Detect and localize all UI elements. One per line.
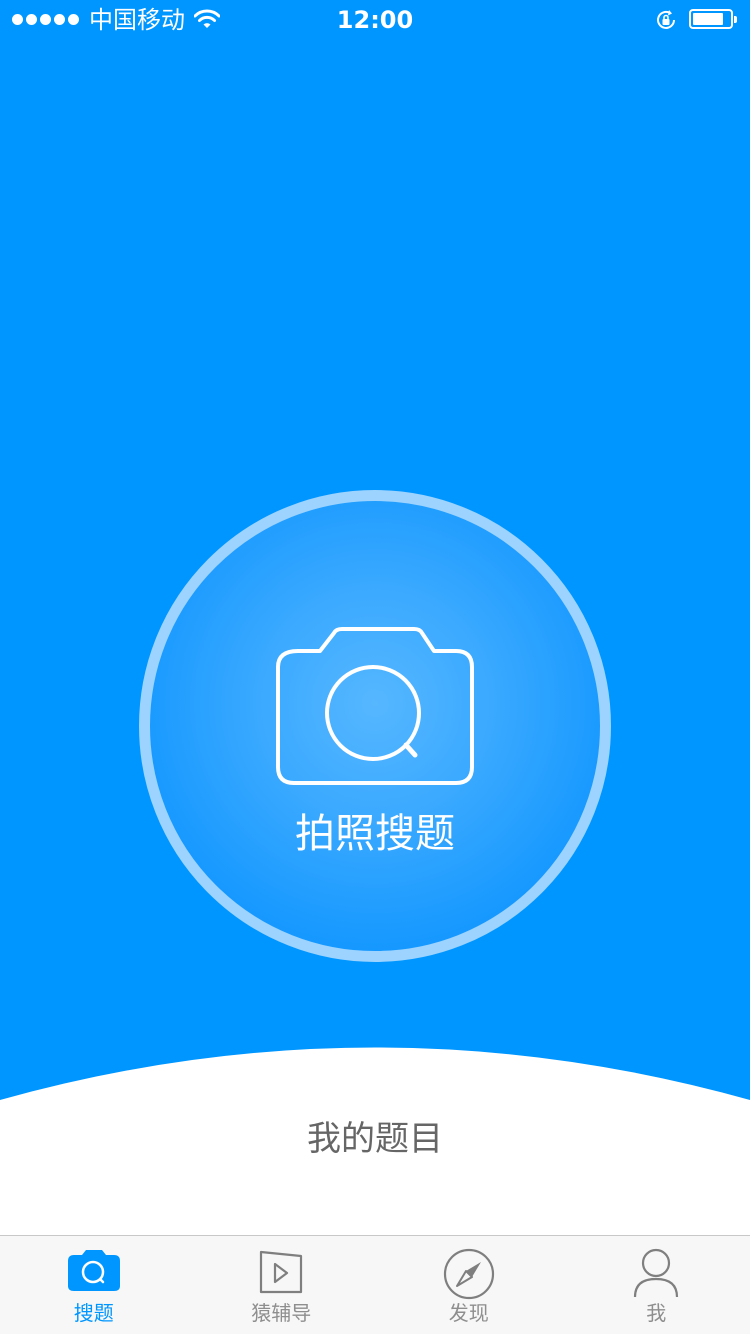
video-play-icon bbox=[260, 1250, 303, 1294]
tab-search-label: 搜题 bbox=[73, 1301, 114, 1325]
photo-search-button[interactable]: 拍照搜题 bbox=[139, 490, 611, 962]
tab-bar: 搜题 猿辅导 发现 我 bbox=[0, 1235, 750, 1334]
compass-icon bbox=[443, 1248, 494, 1300]
battery-icon bbox=[689, 9, 737, 29]
tab-me[interactable]: 我 bbox=[563, 1236, 750, 1334]
camera-search-icon bbox=[276, 627, 474, 785]
person-icon bbox=[634, 1248, 679, 1298]
tab-tutoring[interactable]: 猿辅导 bbox=[188, 1236, 376, 1334]
tab-search[interactable]: 搜题 bbox=[0, 1236, 188, 1334]
photo-search-label: 拍照搜题 bbox=[295, 811, 455, 857]
tab-me-label: 我 bbox=[646, 1301, 667, 1325]
tab-discover[interactable]: 发现 bbox=[375, 1236, 563, 1334]
status-bar: 中国移动 12:00 bbox=[0, 0, 750, 40]
camera-search-icon bbox=[67, 1250, 120, 1291]
status-time: 12:00 bbox=[336, 6, 414, 34]
tab-tutoring-label: 猿辅导 bbox=[251, 1301, 312, 1325]
rotation-lock-icon bbox=[657, 10, 675, 29]
my-questions-button[interactable]: 我的题目 bbox=[0, 1115, 750, 1163]
tab-discover-label: 发现 bbox=[448, 1301, 489, 1325]
